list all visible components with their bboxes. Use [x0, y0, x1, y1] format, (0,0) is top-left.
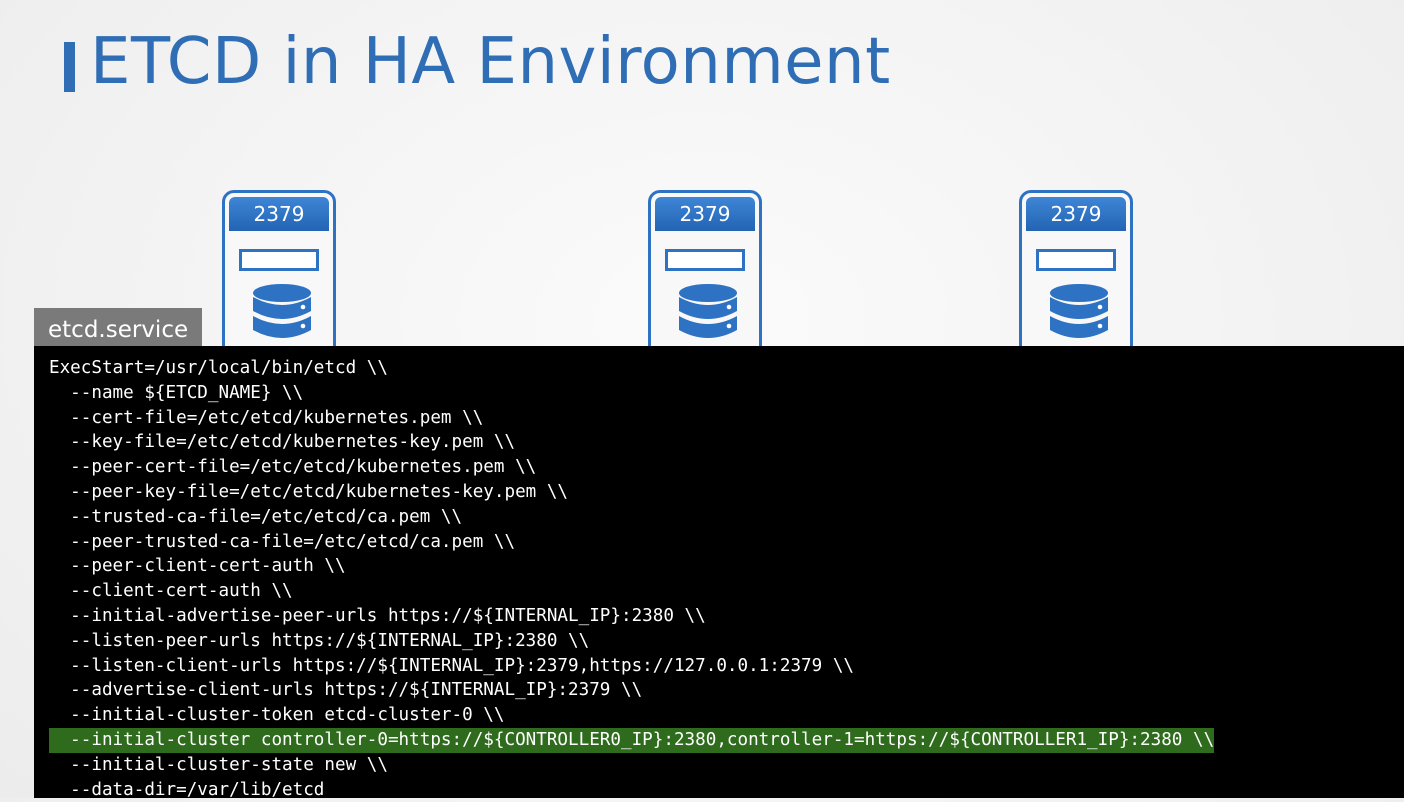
- code-line: --trusted-ca-file=/etc/etcd/ca.pem \\: [49, 506, 463, 527]
- code-line: --client-cert-auth \\: [49, 581, 293, 602]
- etcd-server-2: 2379: [648, 190, 762, 360]
- server-slot: [665, 249, 745, 271]
- port-label: 2379: [229, 197, 329, 231]
- code-line: --initial-advertise-peer-urls https://${…: [49, 605, 706, 626]
- code-line: ExecStart=/usr/local/bin/etcd \\: [49, 358, 388, 378]
- code-line: --data-dir=/var/lib/etcd: [49, 779, 325, 800]
- code-line: --listen-client-urls https://${INTERNAL_…: [49, 655, 855, 676]
- code-line: --initial-cluster-token etcd-cluster-0 \…: [49, 705, 505, 726]
- code-line: --advertise-client-urls https://${INTERN…: [49, 680, 643, 701]
- etcd-server-1: 2379: [222, 190, 336, 360]
- server-slot: [1036, 249, 1116, 271]
- database-icon: [251, 283, 313, 354]
- code-line: --cert-file=/etc/etcd/kubernetes.pem \\: [49, 407, 484, 428]
- title-accent-bar: [64, 42, 75, 92]
- file-name-tab: etcd.service: [34, 308, 202, 348]
- port-label: 2379: [655, 197, 755, 231]
- code-line: --peer-cert-file=/etc/etcd/kubernetes.pe…: [49, 457, 537, 478]
- code-line: --peer-key-file=/etc/etcd/kubernetes-key…: [49, 481, 569, 502]
- database-icon: [677, 283, 739, 354]
- code-block: ExecStart=/usr/local/bin/etcd \\ --name …: [34, 346, 1404, 800]
- code-line: --listen-peer-urls https://${INTERNAL_IP…: [49, 630, 590, 651]
- etcd-server-3: 2379: [1019, 190, 1133, 360]
- server-slot: [239, 249, 319, 271]
- slide-title: ETCD in HA Environment: [90, 25, 891, 99]
- code-line: --peer-trusted-ca-file=/etc/etcd/ca.pem …: [49, 531, 516, 552]
- code-line: --peer-client-cert-auth \\: [49, 556, 346, 577]
- code-line: --key-file=/etc/etcd/kubernetes-key.pem …: [49, 432, 516, 453]
- code-line: --name ${ETCD_NAME} \\: [49, 382, 304, 403]
- code-line: --initial-cluster-state new \\: [49, 754, 388, 775]
- port-label: 2379: [1026, 197, 1126, 231]
- database-icon: [1048, 283, 1110, 354]
- highlighted-code-line: --initial-cluster controller-0=https://$…: [49, 727, 1404, 753]
